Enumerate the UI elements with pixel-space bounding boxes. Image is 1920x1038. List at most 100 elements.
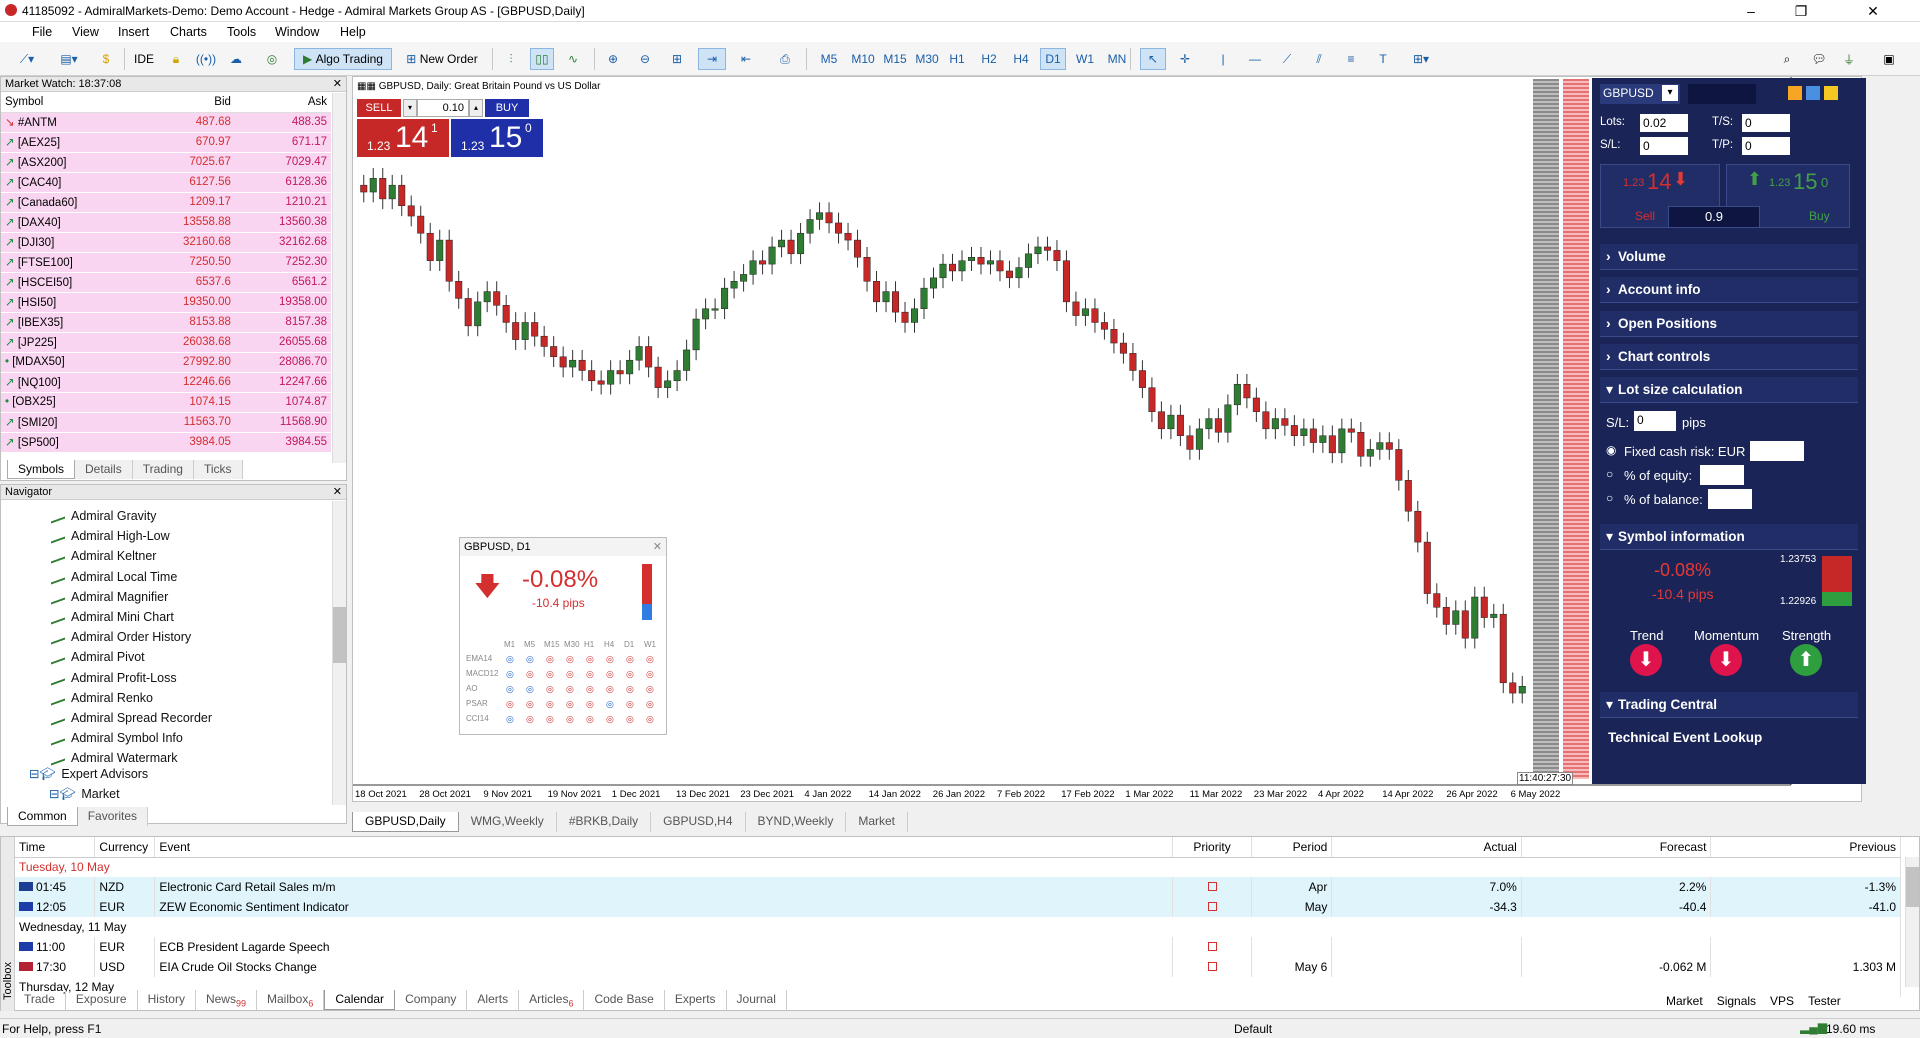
section-volume[interactable]: Volume	[1600, 243, 1858, 270]
new-order-button[interactable]: ⊞ New Order	[400, 48, 484, 70]
toolbox-link-vps[interactable]: VPS	[1770, 994, 1794, 1008]
menu-charts[interactable]: Charts	[170, 25, 207, 39]
notifications-icon[interactable]: 💬︎	[1808, 48, 1830, 70]
close-icon[interactable]: ✕	[653, 538, 662, 556]
search-icon[interactable]: ⌕	[1776, 48, 1798, 70]
chart-tab[interactable]: WMG,Weekly	[459, 812, 557, 832]
zoom-in-icon[interactable]: ⊕	[602, 48, 624, 70]
col-event[interactable]: Event	[154, 837, 1173, 858]
market-watch-row[interactable]: • [MDAX50] 27992.80 28086.70	[1, 352, 331, 373]
timeframe-d1[interactable]: D1	[1040, 48, 1066, 70]
toolbox-tab[interactable]: Experts	[665, 990, 727, 1011]
timeframe-mn[interactable]: MN	[1104, 48, 1130, 70]
menu-window[interactable]: Window	[275, 25, 319, 39]
line-chart-icon[interactable]: ∿	[562, 48, 584, 70]
algo-trading-button[interactable]: ▶ Algo Trading	[294, 48, 392, 70]
channel-icon[interactable]: ⫽	[1308, 48, 1330, 70]
col-bid[interactable]: Bid	[138, 92, 235, 113]
buy-button[interactable]: BUY	[485, 99, 529, 117]
nav-market[interactable]: ⊟🎓︎ Market	[49, 786, 120, 802]
toolbox-tab[interactable]: Company	[395, 990, 468, 1011]
chart-tab[interactable]: #BRKB,Daily	[557, 812, 652, 832]
timeframe-h4[interactable]: H4	[1008, 48, 1034, 70]
toolbox-tab[interactable]: Alerts	[467, 990, 520, 1011]
tile-icon[interactable]: ⊞	[666, 48, 688, 70]
tp-input[interactable]: 0	[1742, 137, 1790, 155]
settings-icon[interactable]	[1788, 86, 1802, 100]
chart-tab[interactable]: GBPUSD,H4	[651, 812, 746, 832]
nav-indicator-item[interactable]: Admiral Magnifier	[51, 589, 168, 605]
info-icon[interactable]	[1806, 86, 1820, 100]
cloud-icon[interactable]: ☁	[226, 48, 246, 70]
toolbox-link-market[interactable]: Market	[1666, 994, 1703, 1008]
chart-tab[interactable]: BYND,Weekly	[746, 812, 847, 832]
menu-view[interactable]: View	[72, 25, 99, 39]
menu-insert[interactable]: Insert	[118, 25, 149, 39]
nav-indicator-item[interactable]: Admiral Renko	[51, 690, 153, 706]
technical-event-lookup-link[interactable]: Technical Event Lookup	[1608, 730, 1762, 745]
market-watch-row[interactable]: ↗ [DJI30] 32160.68 32162.68	[1, 232, 331, 253]
col-currency[interactable]: Currency	[94, 837, 156, 858]
section-symbol-information[interactable]: Symbol information	[1600, 523, 1858, 550]
screenshot-icon[interactable]: ⎙	[774, 48, 796, 70]
text-icon[interactable]: T	[1372, 48, 1394, 70]
market-watch-row[interactable]: ↗ [IBEX35] 8153.88 8157.38	[1, 312, 331, 333]
chart-type-icon[interactable]: ⟋▾	[12, 48, 42, 70]
market-watch-row[interactable]: ↗ [ASX200] 7025.67 7029.47	[1, 152, 331, 173]
nav-expert-advisors[interactable]: ⊟🎓︎ Expert Advisors	[29, 766, 148, 782]
tab-details[interactable]: Details	[75, 460, 133, 479]
nav-indicator-item[interactable]: Admiral Profit-Loss	[51, 670, 177, 686]
mini-terminal-widget[interactable]: GBPUSD, D1 ✕ 🡇︎ -0.08% -10.4 pips M1 M5 M15…	[459, 537, 667, 735]
sl-input[interactable]: 0	[1640, 137, 1688, 155]
calendar-event-row[interactable]: 01:45 NZD Electronic Card Retail Sales m/m…	[15, 877, 1901, 897]
section-trading-central[interactable]: Trading Central	[1600, 691, 1858, 718]
crosshair-icon[interactable]: ✛	[1174, 48, 1196, 70]
calendar-event-row[interactable]: 12:05 EUR ZEW Economic Sentiment Indicator…	[15, 897, 1901, 917]
radio-fixed[interactable]: ◉	[1606, 443, 1616, 457]
col-forecast[interactable]: Forecast	[1521, 837, 1712, 858]
col-symbol[interactable]: Symbol	[1, 92, 139, 113]
candle-chart-icon[interactable]: ▯▯	[530, 48, 554, 70]
section-open-positions[interactable]: Open Positions	[1600, 310, 1858, 337]
timeframe-m30[interactable]: M30	[912, 48, 942, 70]
coin-icon[interactable]: $	[96, 48, 116, 70]
minimize-button[interactable]: –	[1728, 0, 1774, 22]
market-watch-row[interactable]: ↗ [CAC40] 6127.56 6128.36	[1, 172, 331, 193]
maximize-button[interactable]: ❐	[1778, 0, 1824, 22]
toolbox-tab[interactable]: Mailbox6	[257, 990, 325, 1011]
toolbox-link-tester[interactable]: Tester	[1808, 994, 1841, 1008]
menu-tools[interactable]: Tools	[227, 25, 256, 39]
col-time[interactable]: Time	[15, 837, 96, 858]
col-actual[interactable]: Actual	[1331, 837, 1522, 858]
bar-chart-icon[interactable]: ⫶	[500, 48, 522, 70]
market-watch-row[interactable]: ↗ [AEX25] 670.97 671.17	[1, 132, 331, 153]
market-watch-row[interactable]: ↗ [JP225] 26038.68 26055.68	[1, 332, 331, 353]
account-icon[interactable]: ▣	[1878, 48, 1900, 70]
lsc-equity-input[interactable]	[1700, 465, 1744, 485]
col-ask[interactable]: Ask	[234, 92, 331, 113]
shop-icon[interactable]: 🔒︎	[166, 48, 186, 70]
lot-up-icon[interactable]: ▴	[469, 99, 483, 117]
section-account-info[interactable]: Account info	[1600, 276, 1858, 303]
nav-indicator-item[interactable]: Admiral Order History	[51, 629, 191, 645]
toolbox-tab[interactable]: Trade	[14, 990, 66, 1011]
chart-tab[interactable]: Market	[846, 812, 909, 832]
navigator-scrollbar[interactable]	[332, 501, 346, 805]
connection-icon[interactable]: ⏚	[1838, 48, 1860, 70]
new-chart-icon[interactable]: ▤▾	[52, 48, 86, 70]
zoom-out-icon[interactable]: ⊖	[634, 48, 656, 70]
timeframe-m15[interactable]: M15	[880, 48, 910, 70]
toolbox-tab[interactable]: Exposure	[66, 990, 138, 1011]
col-period[interactable]: Period	[1251, 837, 1333, 858]
market-watch-row[interactable]: • [OBX25] 1074.15 1074.87	[1, 392, 331, 413]
col-priority[interactable]: Priority	[1172, 837, 1253, 858]
calendar-event-row[interactable]: 17:30 USD EIA Crude Oil Stocks Change May 6…	[15, 957, 1901, 977]
horizontal-line-icon[interactable]: —	[1244, 48, 1266, 70]
lot-down-icon[interactable]: ▾	[403, 99, 417, 117]
vertical-line-icon[interactable]: |	[1212, 48, 1234, 70]
cursor-icon[interactable]: ↖	[1140, 48, 1166, 70]
sell-button[interactable]: SELL	[357, 99, 401, 117]
chart-tab[interactable]: GBPUSD,Daily	[352, 812, 459, 832]
col-previous[interactable]: Previous	[1710, 837, 1901, 858]
signal-icon[interactable]: ((•))	[196, 48, 216, 70]
